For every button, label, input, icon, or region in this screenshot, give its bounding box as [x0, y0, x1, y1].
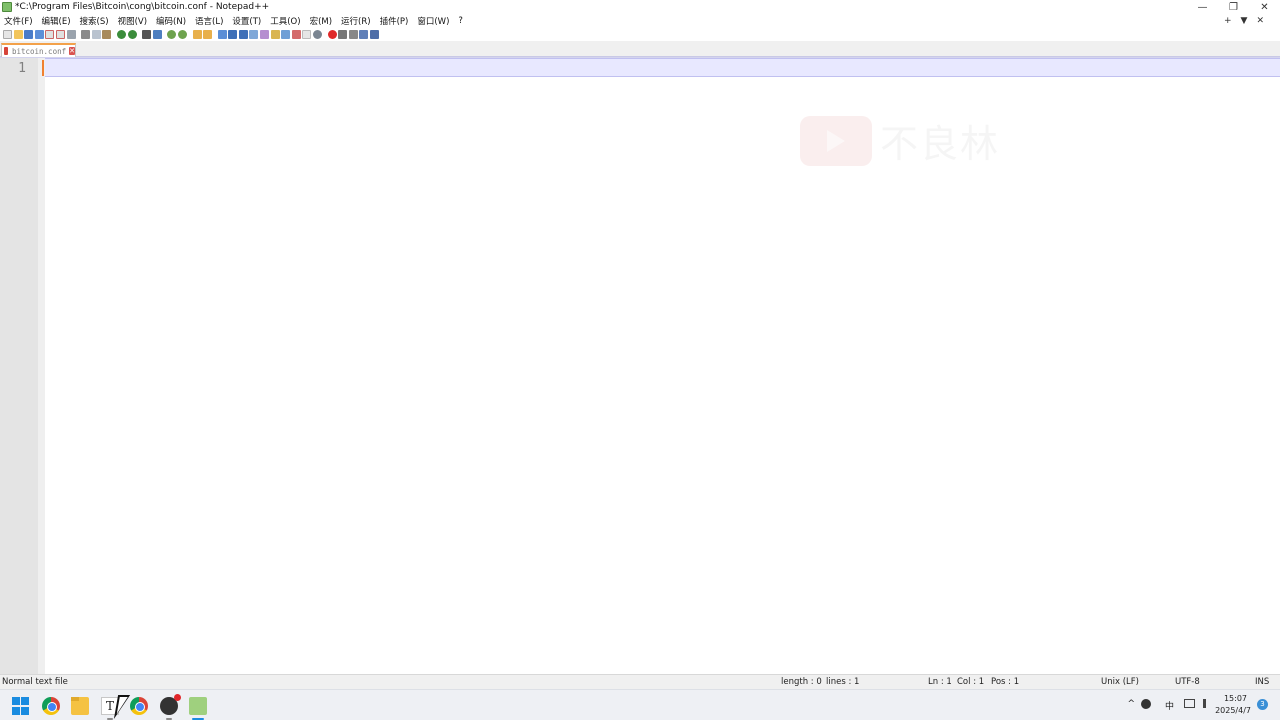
taskbar: T ^ 中 15:07 2025/4/7 3 [0, 689, 1280, 720]
stop-macro-icon[interactable] [338, 30, 348, 39]
edit-icon[interactable] [291, 30, 301, 39]
unsaved-file-icon [4, 47, 8, 55]
current-line-highlight [45, 58, 1280, 77]
status-bar: Normal text file length : 0 lines : 1 Ln… [0, 674, 1280, 689]
status-col: Col : 1 [957, 677, 985, 687]
volume-icon[interactable] [1203, 699, 1212, 708]
watermark: 不良林 [800, 113, 1000, 168]
tab-label: bitcoin.conf [11, 46, 67, 56]
copy-icon[interactable] [91, 30, 101, 39]
clock-time[interactable]: 15:07 [1224, 694, 1247, 703]
play-macro-icon[interactable] [348, 30, 358, 39]
tab-bitcoin-conf[interactable]: bitcoin.conf ✕ [1, 43, 76, 57]
indent-guide-icon[interactable] [238, 30, 248, 39]
menu-macro[interactable]: 宏(M) [310, 15, 332, 27]
menu-encoding[interactable]: 编码(N) [156, 15, 186, 27]
ime-indicator[interactable]: 中 [1165, 699, 1174, 712]
status-lines: lines : 1 [826, 677, 860, 687]
word-wrap-icon[interactable] [217, 30, 227, 39]
replace-icon[interactable] [152, 30, 162, 39]
status-eol[interactable]: Unix (LF) [1101, 677, 1139, 687]
menu-language[interactable]: 语言(L) [195, 15, 223, 27]
chrome-profile-icon[interactable] [130, 697, 148, 715]
close-icon[interactable] [45, 30, 55, 39]
title-bar: *C:\Program Files\Bitcoin\cong\bitcoin.c… [0, 0, 1280, 14]
show-all-chars-icon[interactable] [228, 30, 238, 39]
paste-icon[interactable] [102, 30, 112, 39]
tab-list-dropdown-icon[interactable]: ▼ [1241, 16, 1248, 26]
minimize-button[interactable]: — [1187, 0, 1218, 14]
function-list-icon[interactable] [260, 30, 270, 39]
bitcoin-core-icon[interactable] [160, 694, 181, 715]
monitoring-icon[interactable] [281, 30, 291, 39]
notepadpp-app-icon [2, 2, 12, 12]
new-tab-plus-icon[interactable]: + [1224, 16, 1232, 26]
fold-margin[interactable] [38, 58, 45, 675]
menu-file[interactable]: 文件(F) [4, 15, 33, 27]
find-icon[interactable] [142, 30, 152, 39]
run-macro-multiple-icon[interactable] [359, 30, 369, 39]
cut-icon[interactable] [81, 30, 91, 39]
print-icon[interactable] [66, 30, 76, 39]
clock-date[interactable]: 2025/4/7 [1215, 706, 1251, 715]
status-encoding[interactable]: UTF-8 [1175, 677, 1200, 687]
start-menu-icon[interactable] [12, 697, 30, 715]
menu-view[interactable]: 视图(V) [118, 15, 147, 27]
close-all-icon[interactable] [55, 30, 65, 39]
save-macro-icon[interactable] [370, 30, 379, 39]
eraser-icon[interactable] [302, 30, 312, 39]
status-file-type: Normal text file [2, 677, 68, 687]
new-file-icon[interactable] [3, 30, 12, 39]
open-file-icon[interactable] [13, 30, 23, 39]
zoom-out-icon[interactable] [177, 30, 187, 39]
menu-tools[interactable]: 工具(O) [270, 15, 300, 27]
bitcoin-tray-icon[interactable] [1141, 699, 1151, 709]
file-explorer-icon[interactable] [71, 697, 89, 715]
menu-window[interactable]: 窗口(W) [417, 15, 449, 27]
menu-plugins[interactable]: 插件(P) [380, 15, 409, 27]
status-insert-mode[interactable]: INS [1255, 677, 1269, 687]
sync-horizontal-icon[interactable] [203, 30, 213, 39]
menu-settings[interactable]: 设置(T) [232, 15, 261, 27]
notepadpp-taskbar-icon[interactable] [189, 697, 207, 715]
notification-badge[interactable]: 3 [1257, 699, 1268, 710]
menu-edit[interactable]: 编辑(E) [42, 15, 71, 27]
chrome-icon[interactable] [42, 697, 60, 715]
status-pos: Pos : 1 [991, 677, 1020, 687]
network-icon[interactable] [1184, 699, 1195, 708]
zoom-in-icon[interactable] [167, 30, 177, 39]
close-button[interactable]: ✕ [1249, 0, 1280, 14]
youtube-logo-icon [800, 115, 872, 166]
window-title: *C:\Program Files\Bitcoin\cong\bitcoin.c… [15, 2, 270, 12]
sync-vertical-icon[interactable] [192, 30, 202, 39]
document-map-icon[interactable] [249, 30, 259, 39]
tab-bar: bitcoin.conf ✕ [0, 41, 1280, 57]
watermark-text: 不良林 [880, 122, 1001, 166]
folder-workspace-icon[interactable] [270, 30, 280, 39]
redo-icon[interactable] [127, 30, 137, 39]
menu-bar: 文件(F) 编辑(E) 搜索(S) 视图(V) 编码(N) 语言(L) 设置(T… [0, 14, 1280, 28]
save-icon[interactable] [24, 30, 34, 39]
window-controls: — ❐ ✕ [1187, 0, 1280, 14]
eye-icon[interactable] [313, 30, 323, 39]
menu-help[interactable]: ? [458, 16, 463, 26]
tray-chevron-icon[interactable]: ^ [1127, 699, 1135, 709]
line-number: 1 [18, 61, 26, 76]
toolbar [0, 28, 1280, 41]
undo-icon[interactable] [116, 30, 126, 39]
status-length: length : 0 [781, 677, 822, 687]
close-document-icon[interactable]: ✕ [1256, 16, 1264, 26]
tab-close-icon[interactable]: ✕ [69, 47, 75, 55]
status-ln: Ln : 1 [928, 677, 952, 687]
text-caret [42, 60, 44, 76]
notepadpp-window: *C:\Program Files\Bitcoin\cong\bitcoin.c… [0, 0, 1280, 720]
record-macro-icon[interactable] [327, 30, 337, 39]
menu-run[interactable]: 运行(R) [341, 15, 371, 27]
text-editor[interactable]: 1 不良林 [0, 57, 1280, 675]
restore-button[interactable]: ❐ [1218, 0, 1249, 14]
menubar-right-controls: + ▼ ✕ [1215, 14, 1264, 28]
save-all-icon[interactable] [34, 30, 44, 39]
menu-search[interactable]: 搜索(S) [80, 15, 109, 27]
